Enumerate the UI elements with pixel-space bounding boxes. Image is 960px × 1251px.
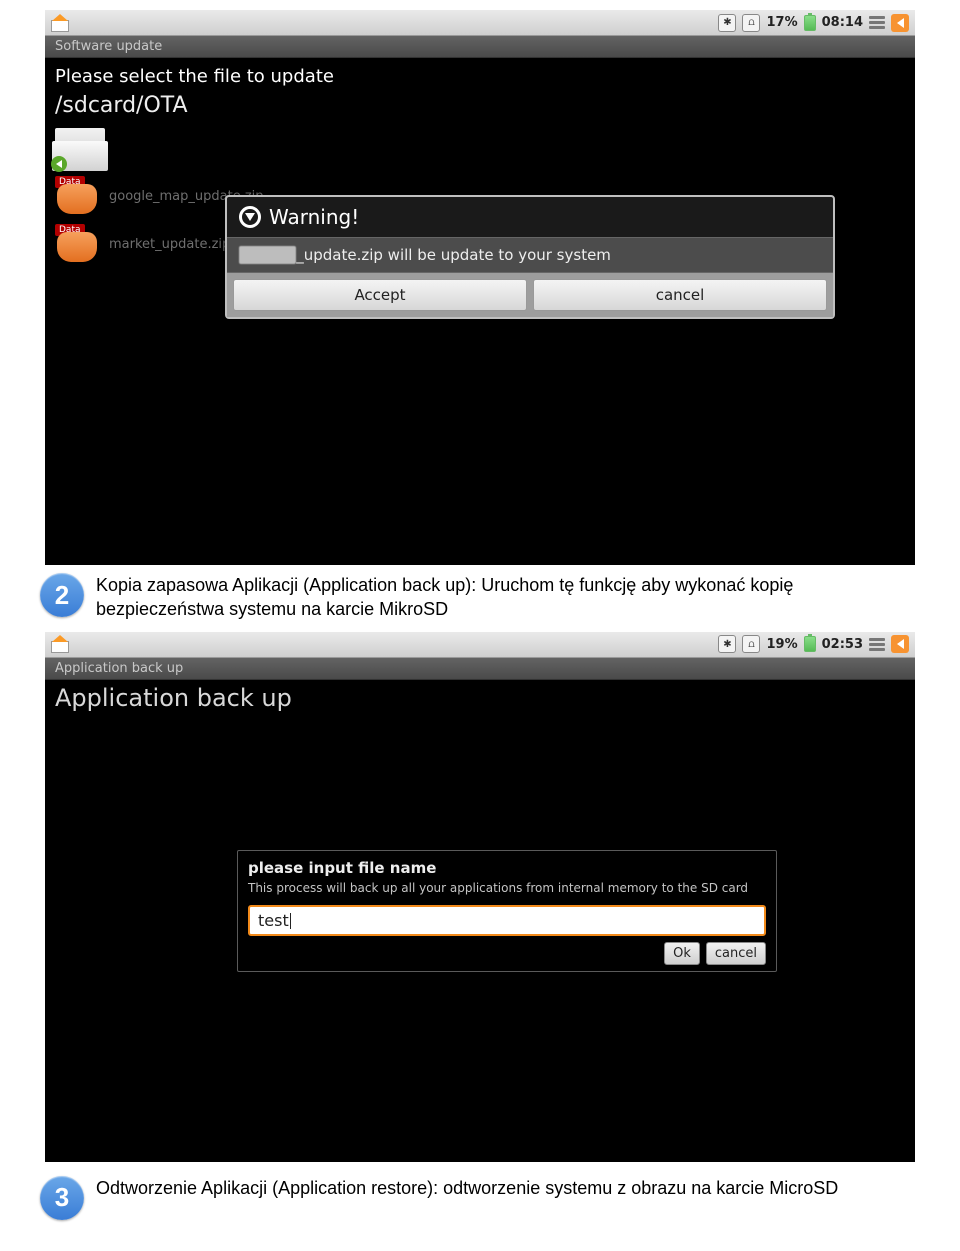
back-icon[interactable]: [891, 635, 909, 653]
status-bar: ✱ ⩍ 17% 08:14: [45, 10, 915, 36]
bluetooth-icon: ✱: [718, 14, 736, 32]
step-number-3: 3: [40, 1176, 84, 1220]
prompt-text: Please select the file to update: [55, 66, 905, 87]
clock-time: 02:53: [822, 637, 863, 652]
cancel-button[interactable]: cancel: [706, 942, 766, 965]
step-number-2: 2: [40, 573, 84, 617]
dialog-title: Warning!: [269, 205, 359, 229]
menu-icon[interactable]: [869, 638, 885, 651]
file-name: market_update.zip: [109, 237, 230, 252]
apk-icon: Data: [55, 224, 99, 264]
ok-button[interactable]: Ok: [664, 942, 700, 965]
dialog-message: market_update.zip will be update to your…: [227, 237, 833, 273]
page-heading: Application back up: [45, 680, 915, 720]
menu-icon[interactable]: [869, 16, 885, 29]
current-path: /sdcard/OTA: [55, 93, 905, 118]
home-icon[interactable]: [51, 637, 67, 651]
home-icon[interactable]: [51, 16, 67, 30]
battery-percent: 17%: [766, 15, 797, 30]
clock-time: 08:14: [822, 15, 863, 30]
status-bar: ✱ ⩍ 19% 02:53: [45, 632, 915, 658]
dialog-msg-suffix: _update.zip will be update to your syste…: [296, 246, 611, 264]
warning-icon: [239, 206, 261, 228]
screen-subtitle: Application back up: [45, 658, 915, 680]
battery-icon: [804, 636, 816, 652]
dialog-label: please input file name: [248, 859, 766, 877]
screenshot-application-backup: ✱ ⩍ 19% 02:53 Application back up Applic…: [45, 632, 915, 1162]
screenshot-software-update: ✱ ⩍ 17% 08:14 Software update Please sel…: [45, 10, 915, 565]
wifi-icon: ⩍: [742, 14, 760, 32]
input-value: test: [258, 911, 289, 930]
folder-up-icon[interactable]: [55, 128, 105, 168]
dialog-msg-prefix: market: [239, 246, 296, 264]
battery-percent: 19%: [766, 637, 797, 652]
bluetooth-icon: ✱: [718, 635, 736, 653]
accept-button[interactable]: Accept: [233, 279, 527, 311]
screen-subtitle: Software update: [45, 36, 915, 58]
battery-icon: [804, 15, 816, 31]
dialog-description: This process will back up all your appli…: [248, 881, 766, 895]
filename-dialog: please input file name This process will…: [237, 850, 777, 972]
step-3-text: Odtworzenie Aplikacji (Application resto…: [96, 1176, 838, 1200]
filename-input[interactable]: test: [248, 905, 766, 936]
back-icon[interactable]: [891, 14, 909, 32]
wifi-icon: ⩍: [742, 635, 760, 653]
warning-dialog: Warning! market_update.zip will be updat…: [225, 195, 835, 319]
up-arrow-icon: [51, 156, 67, 172]
cancel-button[interactable]: cancel: [533, 279, 827, 311]
apk-icon: Data: [55, 176, 99, 216]
step-2-text: Kopia zapasowa Aplikacji (Application ba…: [96, 573, 856, 622]
